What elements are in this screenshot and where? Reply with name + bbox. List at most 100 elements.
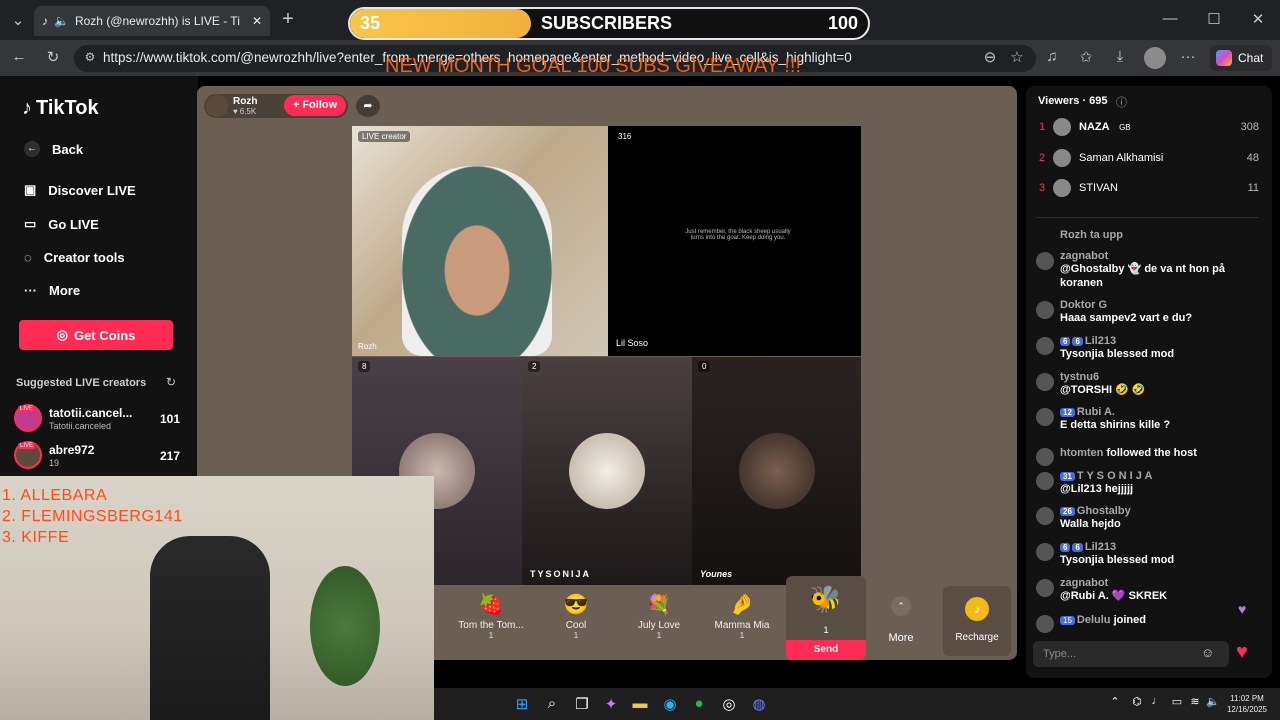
chat-message: Doktor G Haaa sampev2 vart e du?: [1036, 299, 1261, 325]
obs-icon[interactable]: ◎: [719, 695, 739, 713]
host-tile-name: Rozh: [358, 342, 377, 351]
live-creator-label: LIVE creator: [358, 131, 411, 142]
suggested-creator-item[interactable]: LIVE tatotii.cancel... Tatotii.canceled …: [14, 404, 190, 434]
chat-message: zagnabot @Ghostalby 👻 de va nt hon på kor…: [1036, 250, 1261, 290]
ranking-item: 3. KIFFE: [2, 529, 70, 546]
chat-message: 6 6 Lil213 Tysonjia blessed mod: [1036, 541, 1261, 567]
viewer-rank-item[interactable]: 3 STIVAN 11: [1039, 179, 1259, 197]
get-coins-button[interactable]: ◎ Get Coins: [19, 320, 173, 350]
gift-item[interactable]: 😎 Cool 1: [541, 592, 611, 640]
spotify-icon[interactable]: ●: [689, 695, 709, 712]
zoom-icon[interactable]: ⊖: [980, 48, 1000, 66]
info-icon[interactable]: ⓘ: [1116, 94, 1127, 110]
guest-tile-tysonija[interactable]: 2 TYSONIJA: [522, 357, 692, 585]
close-window-icon[interactable]: ✕: [1248, 10, 1268, 28]
chat-avatar[interactable]: [1036, 337, 1054, 355]
windows-start-icon[interactable]: ⊞: [512, 695, 532, 713]
media-icon[interactable]: ♫: [1042, 48, 1062, 65]
viewer-rank-item[interactable]: 2 Saman Alkhamisi 48: [1039, 149, 1259, 167]
follow-button[interactable]: + Follow: [284, 95, 346, 116]
chat-label: Chat: [1238, 51, 1264, 65]
chat-input[interactable]: Type...: [1033, 641, 1229, 667]
plant: [310, 566, 380, 686]
display-icon[interactable]: ▭: [1167, 695, 1187, 708]
new-tab-icon[interactable]: +: [278, 8, 298, 31]
viewer-rank-item[interactable]: 1 NAZA GB 308: [1039, 118, 1259, 136]
tiktok-logo[interactable]: ♪ TikTok: [22, 97, 99, 120]
minimize-icon[interactable]: —: [1160, 10, 1180, 27]
discord-icon[interactable]: ◍: [749, 695, 769, 713]
file-explorer-icon[interactable]: ▬: [630, 695, 650, 712]
site-info-icon[interactable]: ⚙: [82, 50, 98, 64]
heart-icon: ♥: [233, 107, 238, 116]
host-avatar[interactable]: [206, 95, 228, 117]
search-icon[interactable]: ⌕: [542, 695, 562, 712]
more-menu-icon[interactable]: ···: [1178, 48, 1198, 65]
chat-avatar[interactable]: [1036, 301, 1054, 319]
copilot-icon: [1216, 50, 1232, 66]
download-icon[interactable]: ⤓: [1110, 48, 1130, 65]
webcam-person: [150, 536, 270, 720]
microphone-icon[interactable]: ♩: [1147, 695, 1167, 707]
guest-tile-name: TYSONIJA: [530, 569, 592, 579]
show-hidden-icons-icon[interactable]: ⌃: [1105, 695, 1125, 708]
chat-avatar[interactable]: [1036, 507, 1054, 525]
gift-price: 1: [823, 625, 829, 635]
host-name[interactable]: Rozh: [233, 96, 257, 107]
nav-discover-live[interactable]: ▣ Discover LIVE: [24, 182, 136, 198]
viewer-avatar: [1053, 149, 1071, 167]
subscriber-label: SUBSCRIBERS: [541, 13, 673, 33]
suggested-heading: Suggested LIVE creators: [16, 377, 147, 389]
nav-go-live[interactable]: ▭ Go LIVE: [24, 216, 99, 232]
nav-more[interactable]: ··· More: [24, 283, 80, 298]
close-tab-icon[interactable]: ✕: [252, 14, 262, 28]
chat-avatar[interactable]: [1036, 373, 1054, 391]
gift-item[interactable]: 🤌 Mamma Mia 1: [707, 592, 777, 640]
chat-message: htomten followed the host: [1036, 446, 1261, 466]
copilot-chat-button[interactable]: Chat: [1210, 45, 1272, 71]
edge-icon[interactable]: ◉: [660, 695, 680, 713]
tab-active[interactable]: ♪ 🔈 Rozh (@newrozhh) is LIVE - Ti ✕: [34, 6, 270, 36]
favorite-star-icon[interactable]: ☆: [1007, 48, 1027, 66]
recharge-button[interactable]: ♪ Recharge: [943, 586, 1011, 656]
viewer-count: 48: [1246, 152, 1259, 164]
back-icon: ←: [24, 141, 40, 157]
guest-tile-lil-soso[interactable]: 316 Just remember, the black sheep usual…: [608, 126, 861, 356]
tab-list-icon[interactable]: ⌄: [8, 11, 28, 29]
guest-tile-younes[interactable]: 0 Younes: [692, 357, 861, 585]
more-gifts-button[interactable]: ⌃ More: [866, 586, 936, 656]
favorites-icon[interactable]: ✩: [1076, 48, 1096, 66]
profile-avatar[interactable]: [1144, 47, 1166, 69]
chat-avatar[interactable]: [1036, 543, 1054, 561]
share-icon[interactable]: ➦: [356, 95, 380, 117]
network-icon[interactable]: ⌬: [1127, 695, 1147, 708]
chat-avatar[interactable]: [1036, 579, 1054, 597]
wifi-icon[interactable]: ≋: [1185, 695, 1205, 708]
nav-creator-tools[interactable]: ◌ Creator tools: [24, 250, 125, 265]
maximize-icon[interactable]: ☐: [1204, 10, 1224, 28]
guest-avatar: [569, 433, 645, 509]
emoji-icon[interactable]: ☺: [1201, 645, 1214, 660]
chat-avatar[interactable]: [1036, 408, 1054, 426]
selected-gift[interactable]: 🐝 1 Send: [786, 576, 866, 660]
task-view-icon[interactable]: ❐: [572, 695, 592, 713]
send-gift-button[interactable]: Send: [786, 640, 866, 660]
refresh-suggested-icon[interactable]: ↻: [164, 375, 178, 389]
viewer-avatar: [1053, 118, 1071, 136]
gift-item[interactable]: 💐 July Love 1: [624, 592, 694, 640]
chat-avatar[interactable]: [1036, 252, 1054, 270]
chat-avatar[interactable]: [1036, 472, 1054, 490]
more-label: More: [888, 632, 914, 644]
refresh-icon[interactable]: ↻: [42, 48, 64, 66]
back-arrow-icon[interactable]: ←: [8, 48, 30, 65]
audio-icon[interactable]: 🔈: [54, 14, 69, 28]
like-heart-icon[interactable]: ♥: [1236, 641, 1258, 665]
host-video-tile[interactable]: LIVE creator Rozh: [352, 126, 608, 356]
system-clock[interactable]: 11:02 PM 12/16/2025: [1222, 693, 1272, 715]
copilot-taskbar-icon[interactable]: ✦: [601, 695, 621, 713]
suggested-creator-item[interactable]: LIVE abre972 19 217: [14, 441, 190, 471]
volume-icon[interactable]: 🔈: [1203, 695, 1223, 708]
coin-icon: ♪: [965, 597, 989, 621]
back-button[interactable]: ← Back: [24, 141, 83, 157]
gift-item[interactable]: 🍓 Tom the Tom... 1: [456, 592, 526, 640]
